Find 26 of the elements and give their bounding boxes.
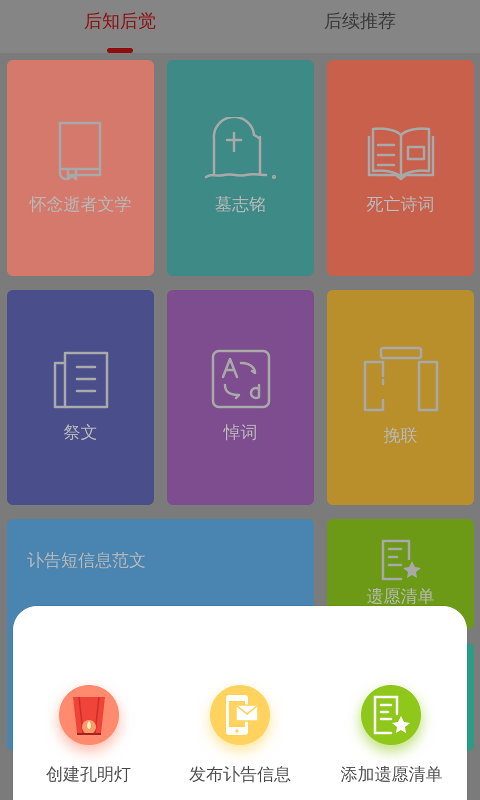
tile-label: 悼词 — [224, 422, 258, 445]
list-star-icon — [371, 694, 412, 736]
tile-label: 墓志铭 — [215, 194, 266, 218]
tile-label: 遗愿清单 — [366, 586, 434, 609]
action-button[interactable]: 添加遗愿清单 — [316, 684, 466, 788]
category-tile[interactable]: 悼词 — [167, 290, 314, 505]
category-tile[interactable]: 死亡诗词 — [327, 60, 474, 276]
tile-label: 讣告短信息范文 — [27, 550, 146, 573]
action-button[interactable]: 发布讣告信息 — [164, 684, 315, 788]
action-label: 创建孔明灯 — [46, 764, 132, 786]
category-tile[interactable]: 墓志铭 — [167, 60, 314, 276]
translate-icon — [210, 348, 270, 409]
tile-label: 祭文 — [64, 422, 98, 445]
action-label: 发布讣告信息 — [188, 764, 291, 786]
action-label: 添加遗愿清单 — [340, 764, 442, 786]
tile-label: 死亡诗词 — [366, 194, 434, 218]
category-tile[interactable]: 怀念逝者文学 — [7, 60, 154, 276]
tombstone-icon — [204, 117, 278, 182]
couplet-icon — [362, 346, 438, 412]
tab[interactable]: 后续推荐 — [240, 0, 480, 53]
tile-label: 怀念逝者文学 — [30, 194, 132, 218]
tile-label: 挽联 — [384, 424, 418, 448]
tab-indicator — [107, 48, 133, 53]
category-tile[interactable]: 祭文 — [7, 290, 154, 505]
tab[interactable]: 后知后觉 — [0, 0, 240, 53]
action-button[interactable]: 创建孔明灯 — [14, 684, 164, 788]
